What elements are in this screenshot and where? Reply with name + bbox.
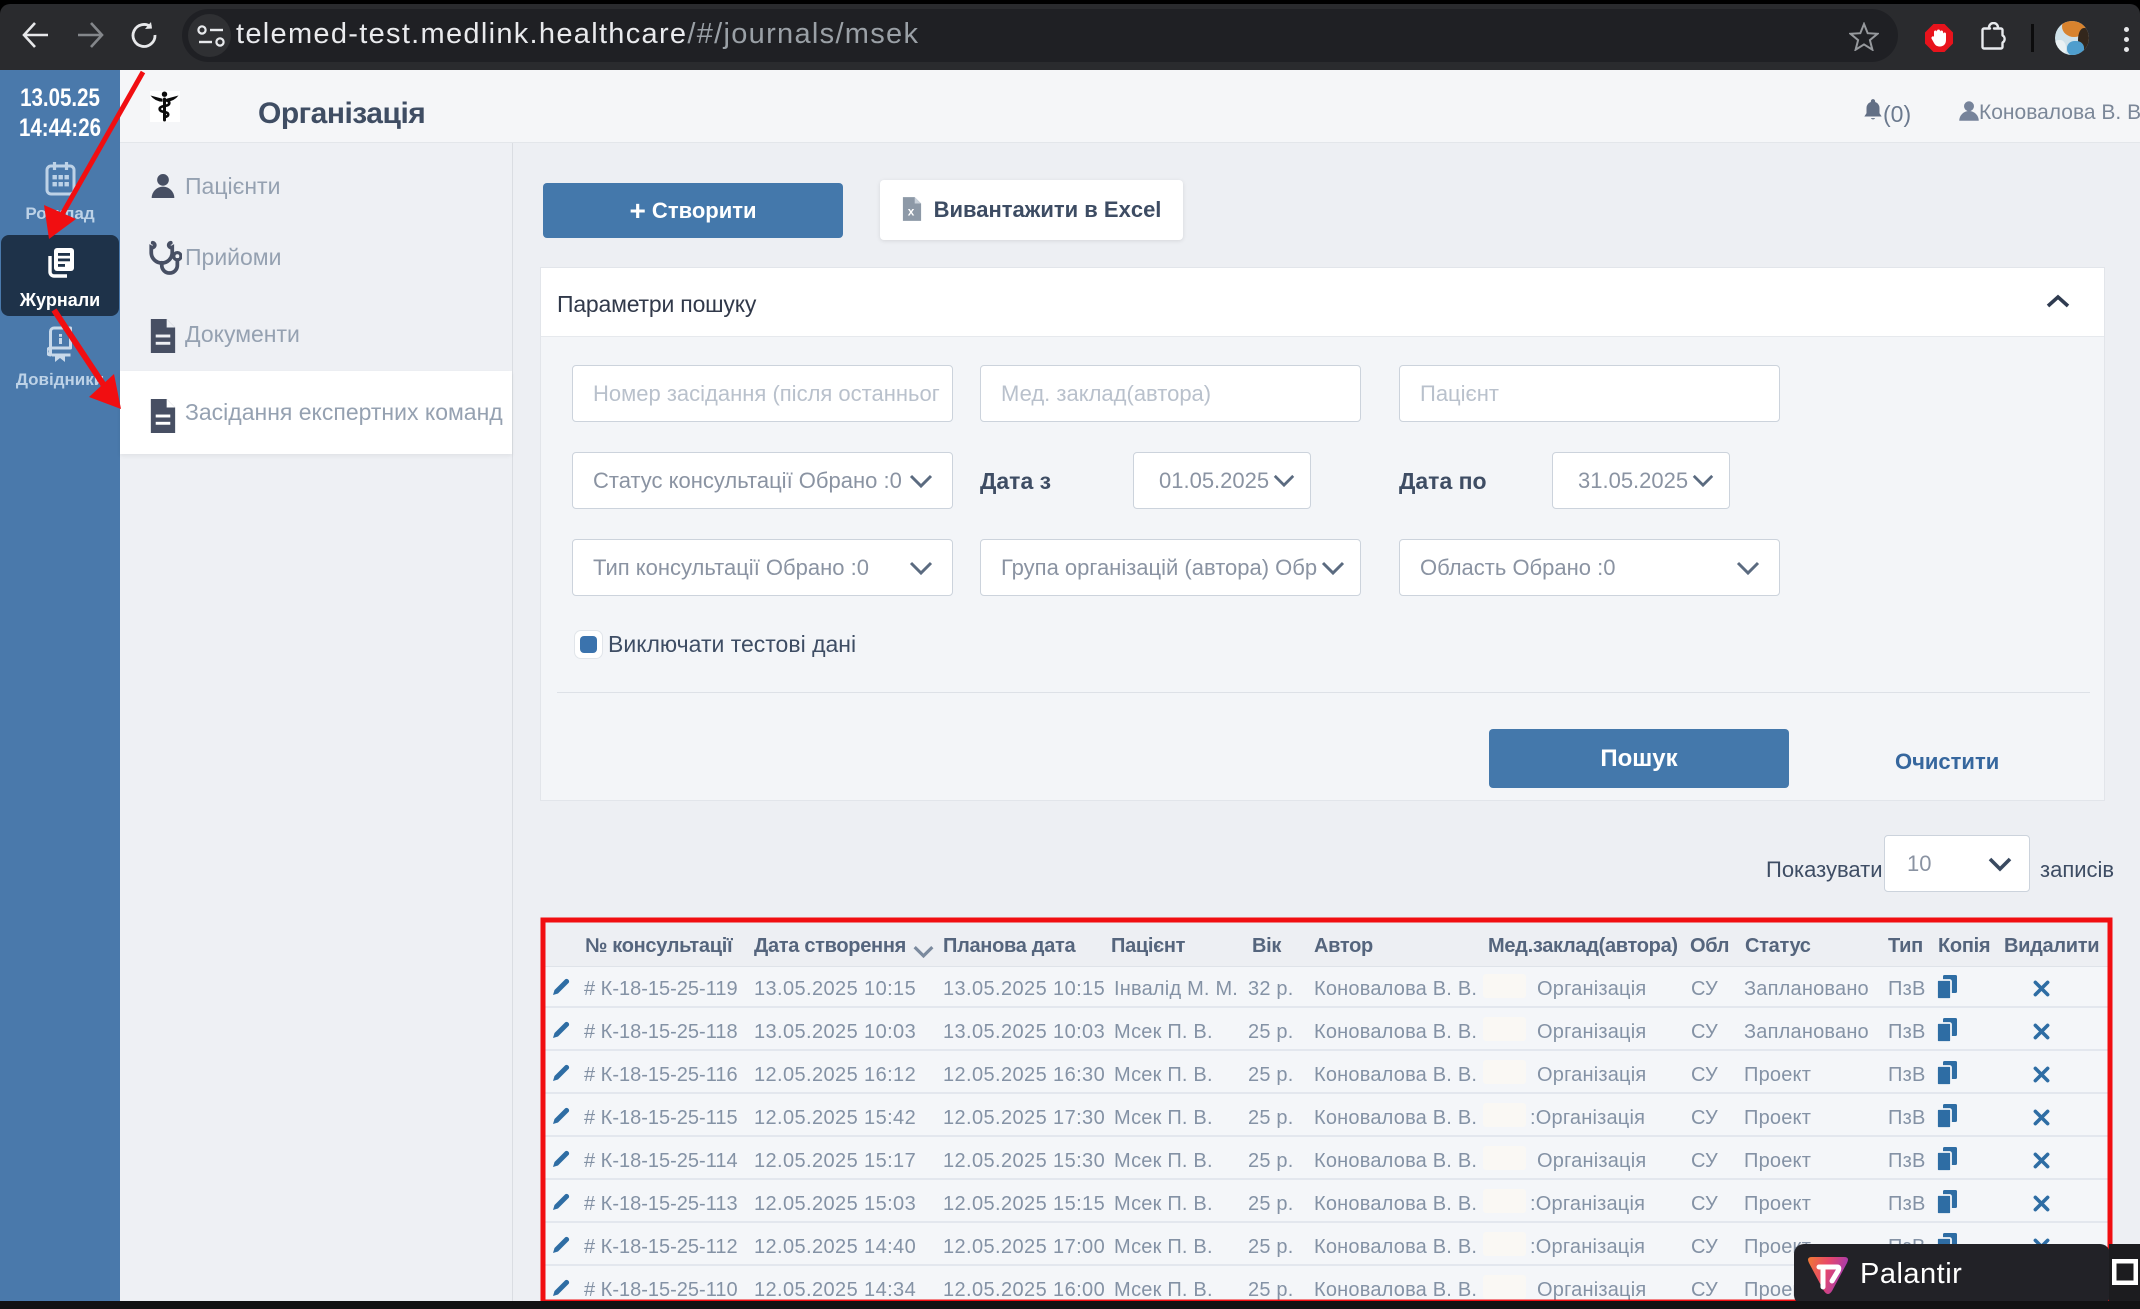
svg-text:x: x [907, 204, 914, 218]
